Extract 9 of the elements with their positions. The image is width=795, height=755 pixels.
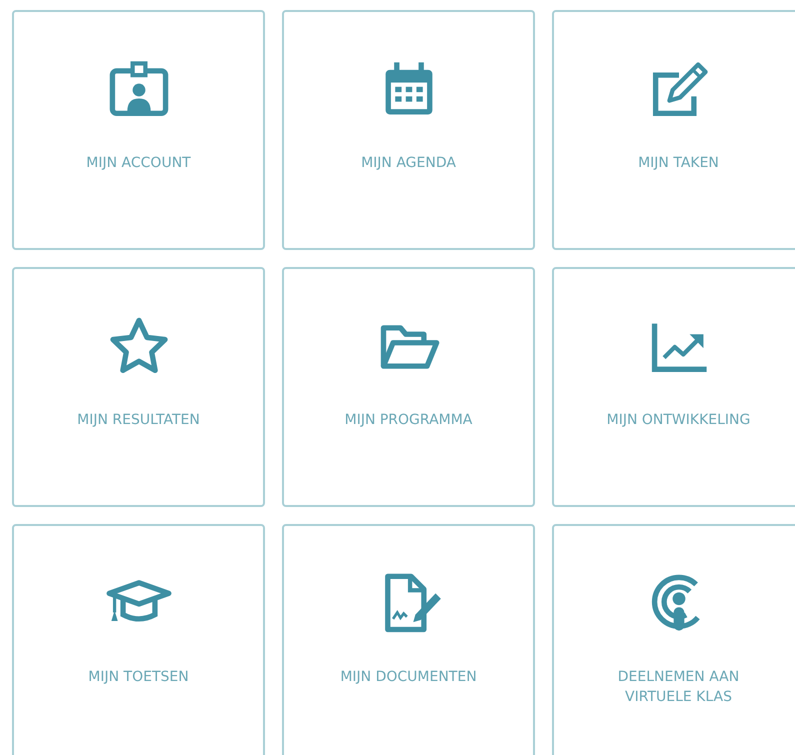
menu-tile[interactable]: MIJN AGENDA xyxy=(282,10,535,250)
menu-tile[interactable]: MIJN PROGRAMMA xyxy=(282,267,535,507)
menu-tile[interactable]: MIJN RESULTATEN xyxy=(12,267,265,507)
menu-tile[interactable]: MIJN ONTWIKKELING xyxy=(552,267,795,507)
menu-tile[interactable]: MIJN TOETSEN xyxy=(12,524,265,755)
menu-tile[interactable]: MIJN TAKEN xyxy=(552,10,795,250)
menu-tile[interactable]: DEELNEMEN AAN VIRTUELE KLAS xyxy=(552,524,795,755)
menu-tile[interactable]: MIJN ACCOUNT xyxy=(12,10,265,250)
menu-tile[interactable]: MIJN DOCUMENTEN xyxy=(282,524,535,755)
